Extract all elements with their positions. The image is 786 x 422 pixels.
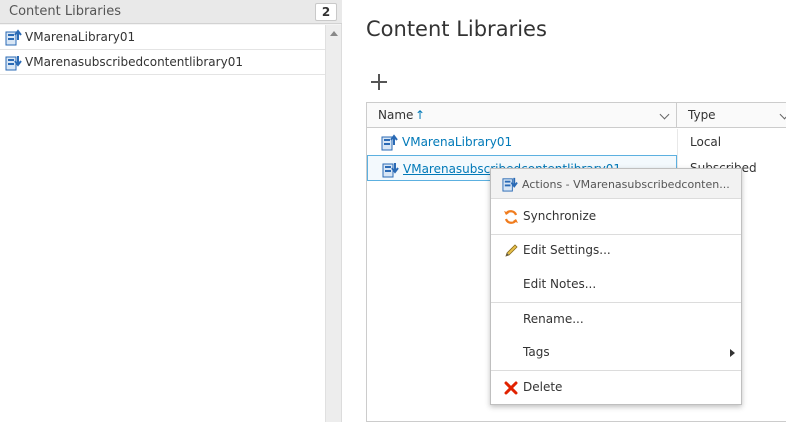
menu-item-label: Synchronize bbox=[523, 209, 597, 223]
table-row[interactable]: VMarenaLibrary01 Local bbox=[367, 129, 786, 155]
library-tree: VMarenaLibrary01 VMarenasubscribedconten… bbox=[0, 25, 325, 422]
left-panel: Content Libraries 2 VMarenaLibrary01 VMa… bbox=[0, 0, 342, 422]
local-library-icon bbox=[381, 134, 398, 151]
menu-item-rename[interactable]: Rename... bbox=[491, 306, 741, 334]
context-menu: Actions - VMarenasubscribedconten... Syn… bbox=[490, 168, 742, 405]
menu-separator bbox=[491, 234, 741, 235]
tree-item-label: VMarenasubscribedcontentlibrary01 bbox=[25, 55, 243, 69]
sort-ascending-icon: ↑ bbox=[415, 108, 426, 122]
menu-item-label: Delete bbox=[523, 380, 563, 394]
context-menu-title: Actions - VMarenasubscribedconten... bbox=[522, 178, 730, 191]
pencil-icon bbox=[505, 244, 518, 257]
grid-header: Name ↑ Type bbox=[367, 103, 786, 128]
submenu-arrow-icon bbox=[730, 349, 735, 357]
menu-item-edit-notes[interactable]: Edit Notes... bbox=[491, 271, 741, 299]
menu-item-edit-settings[interactable]: Edit Settings... bbox=[491, 237, 741, 265]
subscribed-library-icon bbox=[382, 163, 399, 178]
menu-item-tags[interactable]: Tags bbox=[491, 339, 741, 367]
column-menu-chevron-icon[interactable] bbox=[779, 109, 786, 120]
tree-item-label: VMarenaLibrary01 bbox=[25, 30, 136, 44]
add-library-button[interactable] bbox=[369, 72, 389, 92]
tree-item-vmarenasubscribed[interactable]: VMarenasubscribedcontentlibrary01 bbox=[0, 50, 325, 75]
sync-icon bbox=[504, 210, 518, 224]
subscribed-library-icon bbox=[502, 177, 518, 192]
menu-item-label: Tags bbox=[523, 345, 550, 359]
menu-separator bbox=[491, 370, 741, 371]
delete-icon bbox=[504, 381, 518, 395]
subscribed-library-icon bbox=[5, 56, 22, 71]
menu-item-synchronize[interactable]: Synchronize bbox=[491, 203, 741, 231]
scroll-up-arrow-icon[interactable] bbox=[330, 31, 338, 36]
menu-item-label: Rename... bbox=[523, 312, 584, 326]
column-menu-chevron-icon[interactable] bbox=[659, 109, 670, 120]
context-menu-header: Actions - VMarenasubscribedconten... bbox=[491, 169, 741, 199]
type-cell: Local bbox=[677, 129, 786, 155]
menu-item-label: Edit Notes... bbox=[523, 277, 597, 291]
library-link[interactable]: VMarenaLibrary01 bbox=[402, 135, 512, 149]
column-label-name: Name bbox=[378, 108, 414, 122]
column-header-type[interactable]: Type bbox=[677, 103, 786, 128]
menu-item-label: Edit Settings... bbox=[523, 243, 611, 257]
page-title: Content Libraries bbox=[366, 17, 547, 41]
library-type: Local bbox=[690, 135, 722, 149]
menu-separator bbox=[491, 302, 741, 303]
left-panel-scrollbar[interactable] bbox=[325, 25, 341, 422]
menu-item-delete[interactable]: Delete bbox=[491, 374, 741, 402]
local-library-icon bbox=[5, 29, 22, 46]
left-panel-title: Content Libraries bbox=[9, 4, 121, 19]
column-label-type: Type bbox=[688, 108, 716, 122]
library-count-badge: 2 bbox=[315, 3, 337, 21]
tree-item-vmarenalibrary01[interactable]: VMarenaLibrary01 bbox=[0, 25, 325, 50]
column-header-name[interactable]: Name ↑ bbox=[367, 103, 677, 128]
name-cell: VMarenaLibrary01 bbox=[367, 129, 677, 155]
left-panel-header: Content Libraries 2 bbox=[0, 0, 342, 24]
